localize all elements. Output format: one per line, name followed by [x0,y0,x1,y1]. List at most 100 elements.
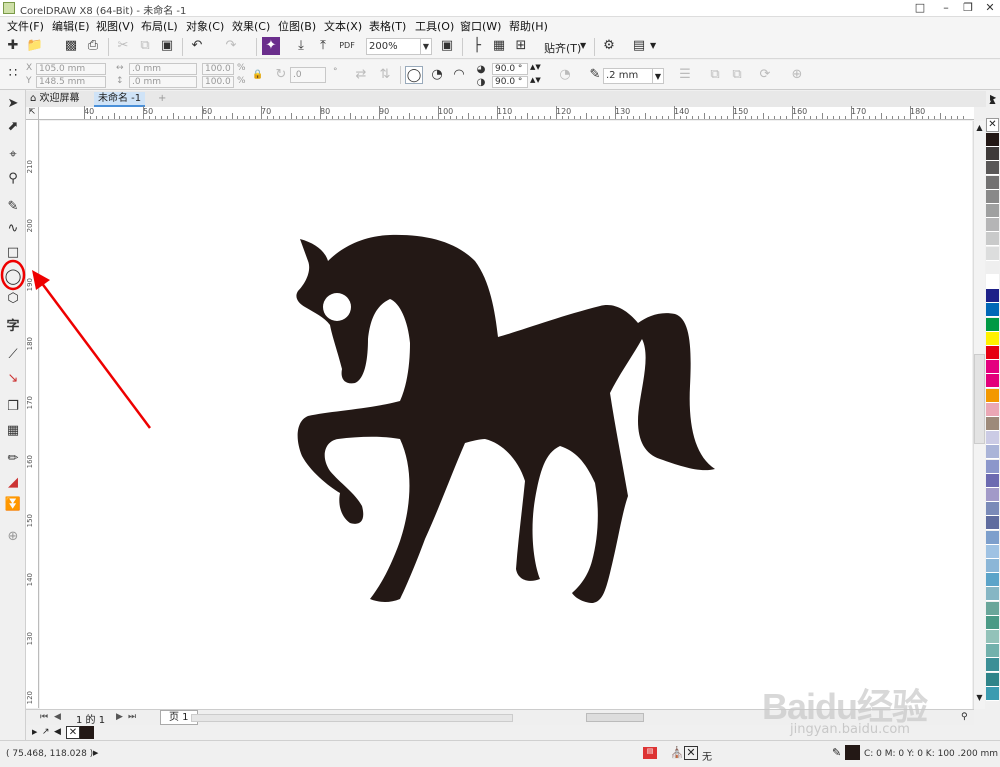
last-page-icon[interactable]: ⏭ [128,712,136,722]
color-swatch[interactable] [986,587,999,602]
application-launcher-icon[interactable]: ▤ [630,37,648,55]
document-no-color-swatch[interactable]: ✕ [66,726,80,739]
new-tab-icon[interactable]: + [154,92,170,107]
color-proofing-icon[interactable]: ▤ [643,747,657,759]
color-swatch[interactable] [986,644,999,659]
menu-bitmaps[interactable]: 位图(B) [278,18,316,34]
print-icon[interactable]: ⎙ [84,37,102,55]
show-rulers-icon[interactable]: ├ [468,37,486,55]
zoom-page-icon[interactable]: ⚲ [961,712,968,722]
color-swatch[interactable] [986,232,999,247]
color-swatch[interactable] [986,161,999,176]
color-swatch[interactable] [986,275,999,289]
lock-ratio-icon[interactable]: 🔒 [252,70,263,80]
menu-text[interactable]: 文本(X) [324,18,362,34]
pick-tool-icon[interactable]: ➤ [4,95,22,113]
status-menu-icon[interactable]: ▶ [93,749,98,757]
color-swatch[interactable] [986,402,999,417]
menu-view[interactable]: 视图(V) [96,18,134,34]
start-angle-field[interactable]: 90.0 ° [492,63,528,75]
color-eyedropper-tool-icon[interactable]: ✏ [4,450,22,468]
import-icon[interactable]: ⤓ [292,37,310,55]
change-direction-icon[interactable]: ◔ [556,66,574,84]
color-swatch[interactable] [986,516,999,531]
end-angle-field[interactable]: 90.0 ° [492,76,528,88]
paste-icon[interactable]: ▣ [158,37,176,55]
restore-button[interactable]: ❐ [958,0,978,16]
minimize-button[interactable]: – [936,0,956,16]
snap-to-menu[interactable]: 贴齐(T) [544,40,581,56]
object-origin-icon[interactable]: ∷ [4,65,22,83]
menu-effects[interactable]: 效果(C) [232,18,270,34]
undo-icon[interactable]: ↶ [188,37,206,55]
horizontal-scroll-thumb[interactable] [586,713,644,722]
corel-connect-icon[interactable]: ✦ [262,37,280,55]
menu-tools[interactable]: 工具(O) [415,18,454,34]
end-angle-spinner[interactable]: ▲▼ [530,76,541,84]
zoom-tool-icon[interactable]: ⚲ [4,170,22,188]
show-guidelines-icon[interactable]: ⊞ [512,37,530,55]
launcher-dropdown-icon[interactable]: ▼ [650,41,656,50]
color-swatch[interactable] [986,388,999,403]
cut-icon[interactable]: ✂ [114,37,132,55]
color-swatch[interactable] [986,374,999,389]
y-position-field[interactable]: 148.5 mm [36,76,106,88]
outline-width-dropdown-icon[interactable]: ▼ [652,68,664,84]
width-field[interactable]: .0 mm [129,63,197,75]
color-swatch[interactable] [986,360,999,375]
color-swatch[interactable] [986,133,999,147]
menu-file[interactable]: 文件(F) [7,18,44,34]
color-swatch[interactable] [986,189,999,204]
redo-icon[interactable]: ↷ [222,37,240,55]
crop-tool-icon[interactable]: ⌖ [4,146,22,164]
color-swatch[interactable] [986,502,999,517]
color-swatch[interactable] [986,459,999,474]
tab-welcome-screen[interactable]: ⌂ 欢迎屏幕 [26,92,84,107]
color-swatch[interactable] [986,260,999,275]
vertical-scrollbar[interactable]: ▲ ▼ [973,121,985,709]
text-wrap-icon[interactable]: ☰ [676,66,694,84]
publish-pdf-icon[interactable]: PDF [338,37,356,55]
full-screen-icon[interactable]: ▣ [438,37,456,55]
account-icon[interactable]: □ [910,0,930,16]
vertical-ruler[interactable]: 210200190180170160150140130120110 [26,120,39,763]
zoom-dropdown-icon[interactable]: ▼ [420,38,432,55]
color-swatch[interactable] [986,246,999,261]
ellipse-tool-icon[interactable]: ◯ [4,267,22,285]
horizontal-ruler[interactable]: 40 50 60 70 80 90 100 110 120 130 140 150 160 170 180 [26,106,974,120]
interactive-fill-tool-icon[interactable]: ◢ [4,474,22,492]
ellipse-mode-icon[interactable]: ◯ [405,66,423,84]
rotation-angle-field[interactable]: .0 [290,67,326,83]
menu-window[interactable]: 窗口(W) [460,18,501,34]
start-angle-spinner[interactable]: ▲▼ [530,63,541,71]
height-field[interactable]: .0 mm [129,76,197,88]
quick-customize-icon[interactable]: ⊕ [788,66,806,84]
connector-tool-icon[interactable]: ↘ [4,370,22,388]
eyedropper-icon[interactable]: ↗ [42,727,50,737]
color-swatch[interactable] [986,573,999,588]
arc-mode-icon[interactable]: ◠ [450,66,468,84]
pie-mode-icon[interactable]: ◔ [428,66,446,84]
palette-scroll-up-icon[interactable]: ▲ [986,96,999,108]
vertical-scroll-thumb[interactable] [974,354,985,444]
menu-help[interactable]: 帮助(H) [509,18,548,34]
color-swatch[interactable] [986,630,999,644]
color-swatch[interactable] [986,346,999,360]
scroll-down-icon[interactable]: ▼ [974,693,985,702]
snap-dropdown-icon[interactable]: ▼ [580,41,586,50]
shape-tool-icon[interactable]: ⬈ [4,118,22,136]
menu-object[interactable]: 对象(C) [186,18,224,34]
color-swatch[interactable] [986,289,999,304]
to-front-icon[interactable]: ⧉ [706,66,724,84]
show-grid-icon[interactable]: ▦ [490,37,508,55]
export-icon[interactable]: ⤒ [314,37,332,55]
color-swatch[interactable] [986,303,999,318]
add-tool-icon[interactable]: ⊕ [4,528,22,546]
transparency-tool-icon[interactable]: ▦ [4,422,22,440]
to-back-icon[interactable]: ⧉ [728,66,746,84]
color-swatch[interactable] [986,473,999,488]
scroll-up-icon[interactable]: ▲ [974,123,985,132]
menu-table[interactable]: 表格(T) [369,18,406,34]
no-color-swatch[interactable]: ✕ [986,118,999,132]
previous-page-icon[interactable]: ◀ [54,712,61,722]
